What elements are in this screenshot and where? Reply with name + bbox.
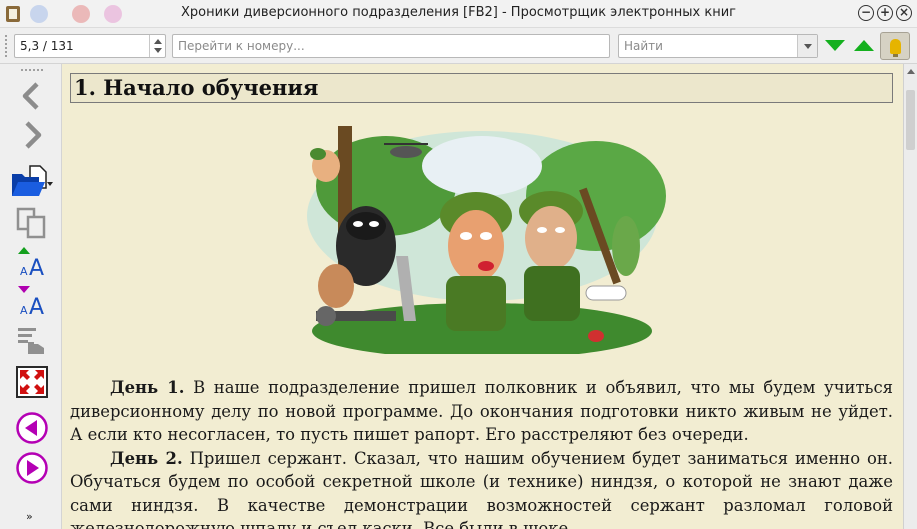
highlight-icon: [890, 39, 901, 57]
back-arrow-icon: [22, 82, 39, 110]
open-folder-icon: [12, 165, 53, 196]
chapter-illustration: [296, 126, 668, 354]
open-file-button[interactable]: [10, 163, 54, 199]
svg-text:A: A: [29, 256, 44, 278]
forward-arrow-icon: [25, 121, 42, 149]
paragraph: День 2. Пришел сержант. Сказал, что наши…: [70, 447, 893, 529]
back-button[interactable]: [10, 78, 54, 114]
fullscreen-button[interactable]: [10, 364, 54, 400]
find-combobox[interactable]: Найти: [618, 34, 818, 58]
toolbar-grip[interactable]: [4, 34, 8, 58]
scroll-up-icon[interactable]: [907, 69, 915, 74]
chapter-title: 1. Начало обучения: [70, 73, 893, 103]
goto-number-input[interactable]: [172, 34, 610, 58]
spin-down-icon[interactable]: [154, 48, 162, 53]
decrease-font-button[interactable]: A A: [10, 283, 54, 319]
find-previous-icon[interactable]: [854, 40, 874, 51]
day-label: День 1.: [110, 378, 185, 397]
book-text: День 1. В наше подразделение пришел полк…: [70, 376, 893, 529]
text-select-icon: [18, 328, 44, 354]
svg-text:A: A: [20, 304, 28, 317]
increase-font-icon: A A: [18, 247, 44, 278]
day-label: День 2.: [110, 448, 183, 468]
svg-text:A: A: [29, 295, 44, 317]
book-reader-view[interactable]: 1. Начало обучения День 1. В наше подраз…: [62, 64, 903, 529]
main-toolbar: 5,3 / 131 Найти: [0, 28, 917, 64]
spin-buttons: [149, 35, 165, 57]
text-select-button[interactable]: [10, 323, 54, 359]
more-tools-icon[interactable]: »: [26, 510, 33, 523]
previous-page-button[interactable]: [10, 410, 54, 446]
page-number-spinbox[interactable]: 5,3 / 131: [14, 34, 166, 58]
svg-text:A: A: [20, 265, 28, 278]
app-window: Хроники диверсионного подразделения [FB2…: [0, 0, 917, 529]
find-dropdown-icon[interactable]: [797, 35, 817, 57]
next-page-button[interactable]: [10, 450, 54, 486]
copy-icon: [16, 207, 46, 239]
minimize-icon[interactable]: −: [858, 5, 874, 21]
copy-button[interactable]: [10, 204, 54, 240]
next-page-icon: [16, 452, 48, 484]
page-number-value: 5,3 / 131: [20, 39, 74, 53]
close-icon[interactable]: ×: [896, 5, 912, 21]
decrease-font-icon: A A: [18, 286, 44, 317]
paragraph-text: В наше подразделение пришел полковник и …: [70, 378, 893, 444]
highlight-button[interactable]: [880, 32, 910, 60]
vertical-scrollbar[interactable]: [903, 64, 917, 529]
paragraph: День 1. В наше подразделение пришел полк…: [70, 376, 893, 447]
increase-font-button[interactable]: A A: [10, 244, 54, 280]
spin-up-icon[interactable]: [154, 39, 162, 44]
window-title: Хроники диверсионного подразделения [FB2…: [181, 5, 736, 20]
maximize-icon[interactable]: +: [877, 5, 893, 21]
find-placeholder: Найти: [624, 39, 663, 53]
title-bar: Хроники диверсионного подразделения [FB2…: [0, 0, 917, 28]
previous-page-icon: [16, 412, 48, 444]
scrollbar-thumb[interactable]: [906, 90, 915, 150]
find-next-icon[interactable]: [825, 40, 845, 51]
left-toolbar-grip[interactable]: [20, 68, 44, 72]
forward-button[interactable]: [10, 117, 54, 153]
left-toolbar: A A A A »: [0, 64, 62, 529]
paragraph-text: Пришел сержант. Сказал, что нашим обучен…: [70, 448, 893, 529]
fullscreen-icon: [16, 366, 48, 398]
